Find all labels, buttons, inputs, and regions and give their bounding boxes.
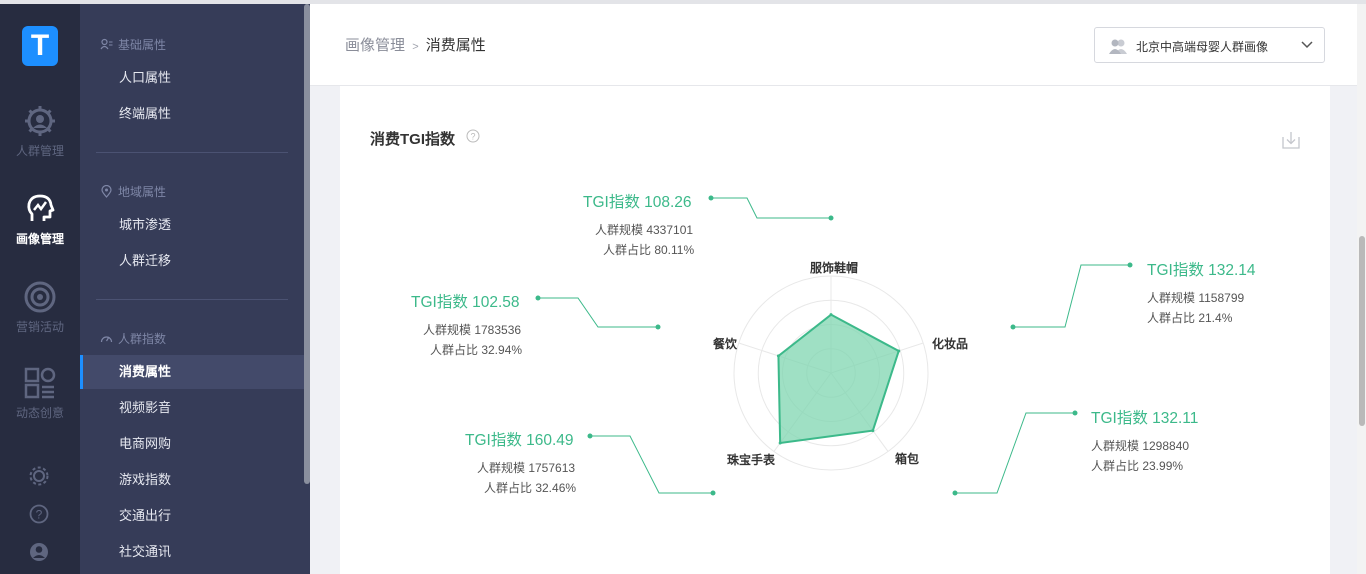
secondary-menu: 基础属性 人口属性 终端属性 地域属性 城市渗透 人群迁移 人群指数 消费属性 … <box>80 4 310 574</box>
callout-start-dot <box>708 195 714 201</box>
menu-group-basic: 基础属性 <box>100 36 166 53</box>
chevron-down-icon <box>1301 41 1313 49</box>
audience-ratio-label: 人群占比 23.99% <box>1091 459 1184 473</box>
gauge-icon <box>100 336 113 343</box>
menu-divider <box>96 152 288 153</box>
menu-divider <box>96 299 288 300</box>
breadcrumb-separator: > <box>412 41 419 53</box>
callout-anchor-dot <box>655 324 661 330</box>
menu-item-city-penetration[interactable]: 城市渗透 <box>80 208 304 242</box>
callout-anchor-dot <box>952 490 958 496</box>
radar-axis-label: 服饰鞋帽 <box>810 261 859 275</box>
menu-group-region: 地域属性 <box>100 183 166 200</box>
menu-item-ecommerce[interactable]: 电商网购 <box>80 427 304 461</box>
rail-label: 画像管理 <box>15 232 64 246</box>
radar-data-point <box>778 441 782 445</box>
menu-group-index: 人群指数 <box>100 330 166 347</box>
primary-nav-rail: T 人群管理 画像管理 营销活动 动态创意 ? <box>0 4 80 574</box>
rail-item-marketing[interactable]: 营销活动 <box>0 280 80 335</box>
tgi-value-label: TGI指数 160.49 <box>465 432 574 449</box>
audience-ratio-label: 人群占比 80.11% <box>603 243 695 257</box>
audience-scale-label: 人群规模 4337101 <box>595 223 694 237</box>
callout-start-dot <box>587 433 593 439</box>
app-logo[interactable]: T <box>22 26 58 66</box>
callout-leader-line <box>711 197 831 219</box>
callout-leader-line <box>538 297 658 328</box>
audience-ratio-label: 人群占比 32.94% <box>430 343 523 357</box>
tgi-card: 消费TGI指数 ? TGI指数 108.26 人群规模 4337101 人群占比… <box>340 86 1330 574</box>
breadcrumb-parent-link[interactable]: 画像管理 <box>345 37 405 54</box>
radar-axis-label: 餐饮 <box>713 337 738 351</box>
callout-leader-line <box>955 412 1075 494</box>
menu-item-consumption[interactable]: 消费属性 <box>80 355 304 389</box>
audience-select-value: 北京中高端母婴人群画像 <box>1136 40 1269 54</box>
users-icon <box>1109 39 1127 54</box>
rail-label: 人群管理 <box>15 144 64 158</box>
tgi-value-label: TGI指数 132.14 <box>1147 262 1256 279</box>
callout-leader-line <box>1013 264 1130 328</box>
shapes-icon <box>24 367 56 399</box>
audience-ratio-label: 人群占比 21.4% <box>1147 311 1233 325</box>
callout-start-dot <box>535 295 541 301</box>
user-icon[interactable] <box>28 541 50 563</box>
menu-item-transport[interactable]: 交通出行 <box>80 499 304 533</box>
menu-item-migration[interactable]: 人群迁移 <box>80 244 304 278</box>
location-pin-icon <box>101 185 112 198</box>
rail-label: 营销活动 <box>15 320 64 334</box>
svg-text:?: ? <box>36 508 43 522</box>
menu-group-title: 基础属性 <box>118 38 167 52</box>
menu-group-title: 地域属性 <box>118 185 167 199</box>
rail-item-audience[interactable]: 人群管理 <box>0 104 80 159</box>
profile-head-icon <box>27 194 55 221</box>
audience-ratio-label: 人群占比 32.46% <box>484 481 577 495</box>
rail-item-creative[interactable]: 动态创意 <box>0 366 80 421</box>
callout-anchor-dot <box>828 215 834 221</box>
target-icon <box>24 281 56 313</box>
audience-select[interactable]: 北京中高端母婴人群画像 <box>1094 27 1325 63</box>
radar-axis-label: 箱包 <box>895 452 920 466</box>
audience-scale-label: 人群规模 1757613 <box>477 461 576 475</box>
menu-item-demographics[interactable]: 人口属性 <box>80 61 304 95</box>
person-card-icon <box>100 38 113 50</box>
page-scrollbar-thumb[interactable] <box>1359 236 1365 426</box>
callout-start-dot <box>1072 410 1078 416</box>
menu-group-title: 人群指数 <box>118 332 167 346</box>
menu-item-device[interactable]: 终端属性 <box>80 97 304 131</box>
audience-scale-label: 人群规模 1158799 <box>1147 291 1245 305</box>
callout-anchor-dot <box>710 490 716 496</box>
tgi-value-label: TGI指数 132.11 <box>1091 410 1199 427</box>
radar-data-point <box>776 354 780 358</box>
breadcrumb-current: 消费属性 <box>425 37 486 54</box>
audience-scale-label: 人群规模 1783536 <box>423 323 522 337</box>
gear-icon <box>25 106 55 136</box>
radar-series-area <box>777 313 900 445</box>
radar-axis-label: 珠宝手表 <box>727 453 776 467</box>
help-icon[interactable]: ? <box>28 503 50 525</box>
breadcrumb: 画像管理 > 消费属性 <box>345 34 486 55</box>
menu-item-social[interactable]: 社交通讯 <box>80 535 304 569</box>
menu-item-gaming[interactable]: 游戏指数 <box>80 463 304 497</box>
menu-item-video[interactable]: 视频影音 <box>80 391 304 425</box>
callout-leader-line <box>590 435 713 494</box>
callout-anchor-dot <box>1010 324 1016 330</box>
audience-scale-label: 人群规模 1298840 <box>1091 439 1190 453</box>
radar-data-point <box>829 313 833 317</box>
tgi-value-label: TGI指数 108.26 <box>583 194 692 211</box>
tgi-value-label: TGI指数 102.58 <box>411 294 520 311</box>
radar-data-point <box>897 349 901 353</box>
rail-label: 动态创意 <box>15 406 64 420</box>
radar-axis-label: 化妆品 <box>932 337 969 351</box>
radar-data-point <box>871 429 875 433</box>
page-header: 画像管理 > 消费属性 北京中高端母婴人群画像 <box>310 4 1366 86</box>
settings-icon[interactable] <box>28 465 50 487</box>
rail-item-profile[interactable]: 画像管理 <box>0 192 80 247</box>
callout-start-dot <box>1127 262 1133 268</box>
